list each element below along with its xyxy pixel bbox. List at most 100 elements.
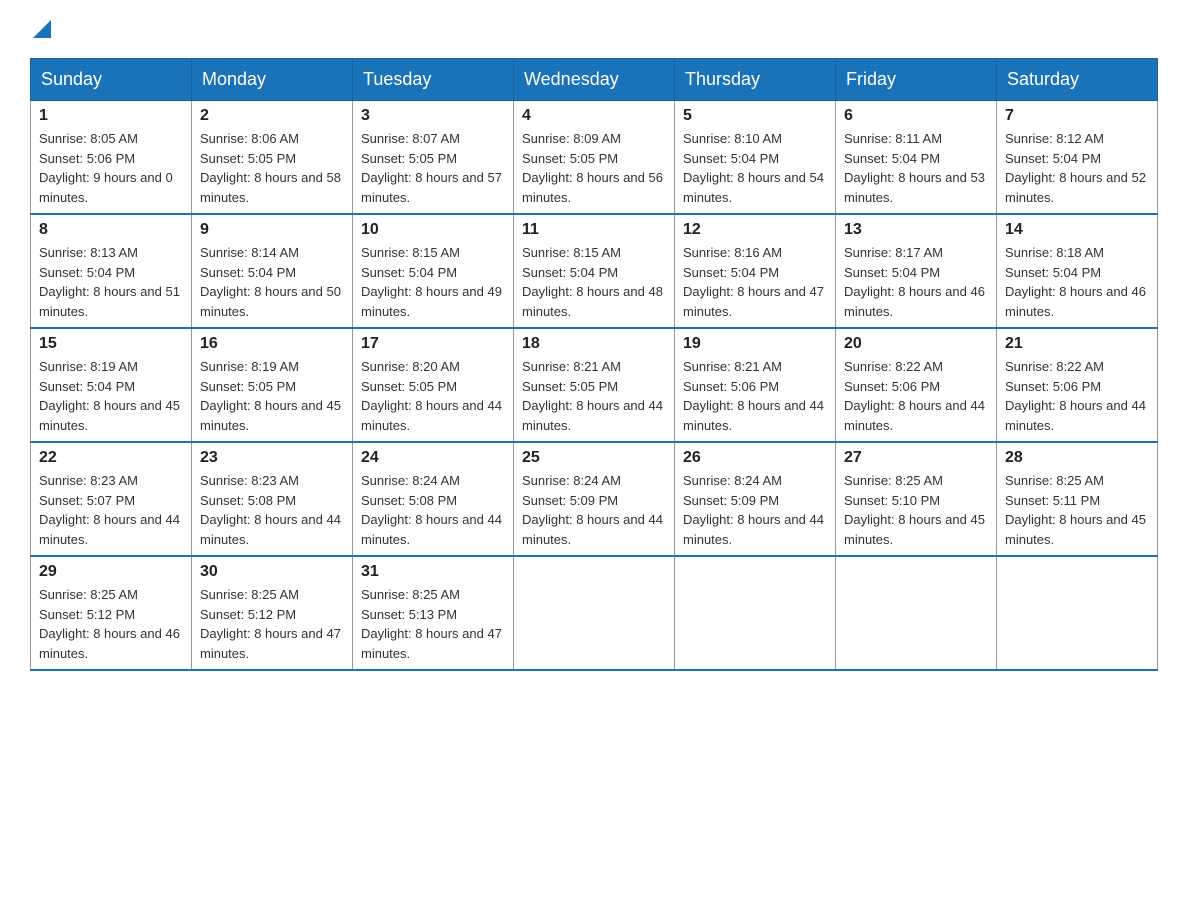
calendar-day-cell: 31 Sunrise: 8:25 AMSunset: 5:13 PMDayligh… (353, 556, 514, 670)
calendar-day-cell: 5Sunrise: 8:10 AMSunset: 5:04 PMDaylight… (675, 101, 836, 215)
calendar-table: SundayMondayTuesdayWednesdayThursdayFrid… (30, 58, 1158, 671)
day-number: 9 (200, 221, 344, 239)
day-info: Sunrise: 8:14 AMSunset: 5:04 PMDaylight:… (200, 243, 344, 321)
day-number: 23 (200, 449, 344, 467)
day-info: Sunrise: 8:16 AMSunset: 5:04 PMDaylight:… (683, 243, 827, 321)
day-info: Sunrise: 8:23 AMSunset: 5:07 PMDaylight:… (39, 471, 183, 549)
day-info: Sunrise: 8:11 AMSunset: 5:04 PMDaylight:… (844, 129, 988, 207)
day-number: 1 (39, 107, 183, 125)
day-number: 2 (200, 107, 344, 125)
calendar-week-row: 8 Sunrise: 8:13 AMSunset: 5:04 PMDaylight… (31, 214, 1158, 328)
day-number: 21 (1005, 335, 1149, 353)
day-number: 5 (683, 107, 827, 125)
calendar-day-cell: 1Sunrise: 8:05 AMSunset: 5:06 PMDaylight… (31, 101, 192, 215)
day-info: Sunrise: 8:25 AMSunset: 5:10 PMDaylight:… (844, 471, 988, 549)
day-info: Sunrise: 8:21 AMSunset: 5:05 PMDaylight:… (522, 357, 666, 435)
calendar-day-cell: 10Sunrise: 8:15 AMSunset: 5:04 PMDayligh… (353, 214, 514, 328)
day-number: 24 (361, 449, 505, 467)
calendar-day-cell (997, 556, 1158, 670)
calendar-week-row: 15Sunrise: 8:19 AMSunset: 5:04 PMDayligh… (31, 328, 1158, 442)
calendar-day-cell: 13 Sunrise: 8:17 AMSunset: 5:04 PMDayligh… (836, 214, 997, 328)
day-info: Sunrise: 8:24 AMSunset: 5:09 PMDaylight:… (683, 471, 827, 549)
day-info: Sunrise: 8:25 AMSunset: 5:12 PMDaylight:… (39, 585, 183, 663)
day-info: Sunrise: 8:19 AMSunset: 5:04 PMDaylight:… (39, 357, 183, 435)
calendar-header-row: SundayMondayTuesdayWednesdayThursdayFrid… (31, 59, 1158, 101)
calendar-day-cell: 17Sunrise: 8:20 AMSunset: 5:05 PMDayligh… (353, 328, 514, 442)
day-number: 28 (1005, 449, 1149, 467)
day-number: 18 (522, 335, 666, 353)
calendar-day-cell: 2 Sunrise: 8:06 AMSunset: 5:05 PMDaylight… (192, 101, 353, 215)
day-number: 25 (522, 449, 666, 467)
day-info: Sunrise: 8:22 AMSunset: 5:06 PMDaylight:… (844, 357, 988, 435)
calendar-day-cell: 26Sunrise: 8:24 AMSunset: 5:09 PMDayligh… (675, 442, 836, 556)
calendar-day-cell: 30 Sunrise: 8:25 AMSunset: 5:12 PMDayligh… (192, 556, 353, 670)
day-info: Sunrise: 8:13 AMSunset: 5:04 PMDaylight:… (39, 243, 183, 321)
calendar-day-cell: 22 Sunrise: 8:23 AMSunset: 5:07 PMDayligh… (31, 442, 192, 556)
day-of-week-header: Sunday (31, 59, 192, 101)
day-number: 22 (39, 449, 183, 467)
calendar-day-cell: 21 Sunrise: 8:22 AMSunset: 5:06 PMDayligh… (997, 328, 1158, 442)
day-number: 12 (683, 221, 827, 239)
day-info: Sunrise: 8:07 AMSunset: 5:05 PMDaylight:… (361, 129, 505, 207)
calendar-day-cell: 6 Sunrise: 8:11 AMSunset: 5:04 PMDaylight… (836, 101, 997, 215)
calendar-day-cell (836, 556, 997, 670)
day-of-week-header: Friday (836, 59, 997, 101)
day-info: Sunrise: 8:21 AMSunset: 5:06 PMDaylight:… (683, 357, 827, 435)
day-info: Sunrise: 8:17 AMSunset: 5:04 PMDaylight:… (844, 243, 988, 321)
calendar-day-cell (514, 556, 675, 670)
day-info: Sunrise: 8:24 AMSunset: 5:09 PMDaylight:… (522, 471, 666, 549)
day-of-week-header: Monday (192, 59, 353, 101)
day-number: 16 (200, 335, 344, 353)
day-number: 27 (844, 449, 988, 467)
day-number: 11 (522, 221, 666, 239)
calendar-day-cell: 28Sunrise: 8:25 AMSunset: 5:11 PMDayligh… (997, 442, 1158, 556)
calendar-day-cell: 24 Sunrise: 8:24 AMSunset: 5:08 PMDayligh… (353, 442, 514, 556)
calendar-day-cell: 20Sunrise: 8:22 AMSunset: 5:06 PMDayligh… (836, 328, 997, 442)
day-info: Sunrise: 8:23 AMSunset: 5:08 PMDaylight:… (200, 471, 344, 549)
calendar-day-cell: 3 Sunrise: 8:07 AMSunset: 5:05 PMDaylight… (353, 101, 514, 215)
day-number: 10 (361, 221, 505, 239)
calendar-day-cell: 16 Sunrise: 8:19 AMSunset: 5:05 PMDayligh… (192, 328, 353, 442)
calendar-day-cell: 9 Sunrise: 8:14 AMSunset: 5:04 PMDaylight… (192, 214, 353, 328)
day-info: Sunrise: 8:12 AMSunset: 5:04 PMDaylight:… (1005, 129, 1149, 207)
calendar-day-cell: 18 Sunrise: 8:21 AMSunset: 5:05 PMDayligh… (514, 328, 675, 442)
calendar-day-cell: 27 Sunrise: 8:25 AMSunset: 5:10 PMDayligh… (836, 442, 997, 556)
calendar-day-cell: 29 Sunrise: 8:25 AMSunset: 5:12 PMDayligh… (31, 556, 192, 670)
day-of-week-header: Wednesday (514, 59, 675, 101)
day-number: 31 (361, 563, 505, 581)
day-info: Sunrise: 8:09 AMSunset: 5:05 PMDaylight:… (522, 129, 666, 207)
day-number: 19 (683, 335, 827, 353)
day-number: 17 (361, 335, 505, 353)
day-info: Sunrise: 8:25 AMSunset: 5:12 PMDaylight:… (200, 585, 344, 663)
day-of-week-header: Saturday (997, 59, 1158, 101)
calendar-day-cell: 4 Sunrise: 8:09 AMSunset: 5:05 PMDaylight… (514, 101, 675, 215)
day-number: 8 (39, 221, 183, 239)
day-number: 13 (844, 221, 988, 239)
calendar-day-cell: 14Sunrise: 8:18 AMSunset: 5:04 PMDayligh… (997, 214, 1158, 328)
day-info: Sunrise: 8:06 AMSunset: 5:05 PMDaylight:… (200, 129, 344, 207)
day-of-week-header: Thursday (675, 59, 836, 101)
day-number: 30 (200, 563, 344, 581)
day-info: Sunrise: 8:25 AMSunset: 5:13 PMDaylight:… (361, 585, 505, 663)
logo-triangle-icon (33, 20, 51, 38)
logo (30, 20, 51, 38)
calendar-day-cell: 11 Sunrise: 8:15 AMSunset: 5:04 PMDayligh… (514, 214, 675, 328)
calendar-day-cell: 19 Sunrise: 8:21 AMSunset: 5:06 PMDayligh… (675, 328, 836, 442)
calendar-week-row: 29 Sunrise: 8:25 AMSunset: 5:12 PMDayligh… (31, 556, 1158, 670)
day-number: 29 (39, 563, 183, 581)
day-info: Sunrise: 8:15 AMSunset: 5:04 PMDaylight:… (522, 243, 666, 321)
calendar-day-cell: 8 Sunrise: 8:13 AMSunset: 5:04 PMDaylight… (31, 214, 192, 328)
day-info: Sunrise: 8:22 AMSunset: 5:06 PMDaylight:… (1005, 357, 1149, 435)
day-number: 6 (844, 107, 988, 125)
calendar-week-row: 22 Sunrise: 8:23 AMSunset: 5:07 PMDayligh… (31, 442, 1158, 556)
day-number: 14 (1005, 221, 1149, 239)
calendar-week-row: 1Sunrise: 8:05 AMSunset: 5:06 PMDaylight… (31, 101, 1158, 215)
day-number: 3 (361, 107, 505, 125)
day-info: Sunrise: 8:19 AMSunset: 5:05 PMDaylight:… (200, 357, 344, 435)
day-info: Sunrise: 8:24 AMSunset: 5:08 PMDaylight:… (361, 471, 505, 549)
calendar-day-cell: 25 Sunrise: 8:24 AMSunset: 5:09 PMDayligh… (514, 442, 675, 556)
calendar-day-cell: 12 Sunrise: 8:16 AMSunset: 5:04 PMDayligh… (675, 214, 836, 328)
day-number: 4 (522, 107, 666, 125)
page-header (30, 20, 1158, 38)
day-of-week-header: Tuesday (353, 59, 514, 101)
